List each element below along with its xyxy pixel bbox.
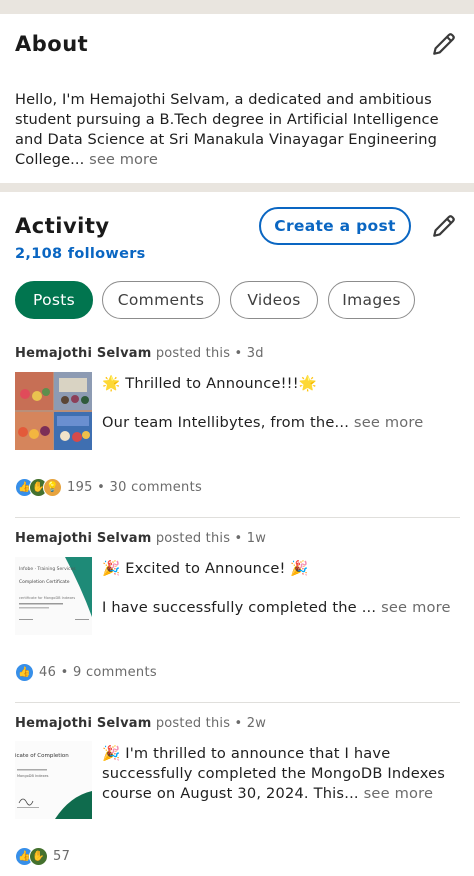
- activity-title: Activity: [15, 214, 110, 238]
- post-headline: 🎉 Excited to Announce! 🎉: [102, 560, 309, 577]
- reaction-comment-count: 46 • 9 comments: [39, 664, 157, 680]
- post-author[interactable]: Hemajothi Selvam: [15, 346, 151, 361]
- like-reaction-icon: 👍: [15, 662, 34, 682]
- edit-activity-pencil-icon[interactable]: [431, 213, 457, 239]
- thumbnail-heading: icate of Completion: [15, 753, 69, 759]
- post-thumbnail[interactable]: icate of Completion MongoDB Indexes: [15, 741, 92, 819]
- followers-count-link[interactable]: 2,108 followers: [15, 246, 146, 262]
- edit-about-pencil-icon[interactable]: [431, 31, 457, 57]
- post-thumbnail[interactable]: [15, 372, 92, 450]
- tab-posts[interactable]: Posts: [15, 281, 93, 319]
- post-divider: [15, 517, 460, 518]
- post-body: Our team Intellibytes, from the... see m…: [102, 413, 462, 433]
- tab-comments[interactable]: Comments: [102, 281, 220, 319]
- post-meta: Hemajothi Selvam posted this • 1w: [15, 531, 266, 546]
- post-see-more-link[interactable]: see more: [349, 414, 423, 431]
- post-divider: [15, 702, 460, 703]
- section-divider-middle: [0, 183, 474, 192]
- post-reactions[interactable]: 👍 ✋ 57: [15, 846, 70, 866]
- post-body-text: I have successfully completed the ...: [102, 599, 377, 616]
- post-see-more-link[interactable]: see more: [376, 599, 450, 616]
- reaction-count: 57: [53, 848, 71, 864]
- post-meta: Hemajothi Selvam posted this • 2w: [15, 716, 266, 731]
- about-description: Hello, I'm Hemajothi Selvam, a dedicated…: [15, 90, 445, 170]
- post-reactions[interactable]: 👍 ✋ 💡 195 • 30 comments: [15, 477, 202, 497]
- thumbnail-body: MongoDB Indexes: [17, 774, 49, 778]
- section-divider-top: [0, 0, 474, 14]
- create-post-button[interactable]: Create a post: [259, 207, 411, 245]
- post-body-text: Our team Intellibytes, from the...: [102, 414, 350, 431]
- reaction-comment-count: 195 • 30 comments: [67, 479, 203, 495]
- about-text: Hello, I'm Hemajothi Selvam, a dedicated…: [15, 91, 439, 168]
- thumbnail-body: certificate for MongoDB Indexes: [19, 596, 75, 600]
- thumbnail-brand: Infobe · Training Services: [19, 566, 76, 572]
- post-body: 🎉 I'm thrilled to announce that I have s…: [102, 744, 462, 804]
- post-headline: 🌟 Thrilled to Announce!!!🌟: [102, 375, 318, 392]
- post-time: posted this • 2w: [151, 716, 267, 731]
- post-author[interactable]: Hemajothi Selvam: [15, 531, 151, 546]
- insightful-reaction-icon: 💡: [43, 477, 62, 497]
- tab-videos[interactable]: Videos: [230, 281, 318, 319]
- post-author[interactable]: Hemajothi Selvam: [15, 716, 151, 731]
- post-time: posted this • 1w: [151, 531, 267, 546]
- thumbnail-heading: Completion Certificate: [19, 579, 70, 585]
- about-see-more-link[interactable]: see more: [84, 151, 158, 168]
- about-title: About: [15, 32, 89, 56]
- tab-images[interactable]: Images: [328, 281, 415, 319]
- post-thumbnail[interactable]: Infobe · Training Services Completion Ce…: [15, 557, 92, 635]
- post-meta: Hemajothi Selvam posted this • 3d: [15, 346, 264, 361]
- post-body: I have successfully completed the ... se…: [102, 598, 462, 618]
- post-time: posted this • 3d: [151, 346, 264, 361]
- post-reactions[interactable]: 👍 46 • 9 comments: [15, 662, 157, 682]
- celebrate-reaction-icon: ✋: [29, 846, 48, 866]
- post-see-more-link[interactable]: see more: [359, 785, 433, 802]
